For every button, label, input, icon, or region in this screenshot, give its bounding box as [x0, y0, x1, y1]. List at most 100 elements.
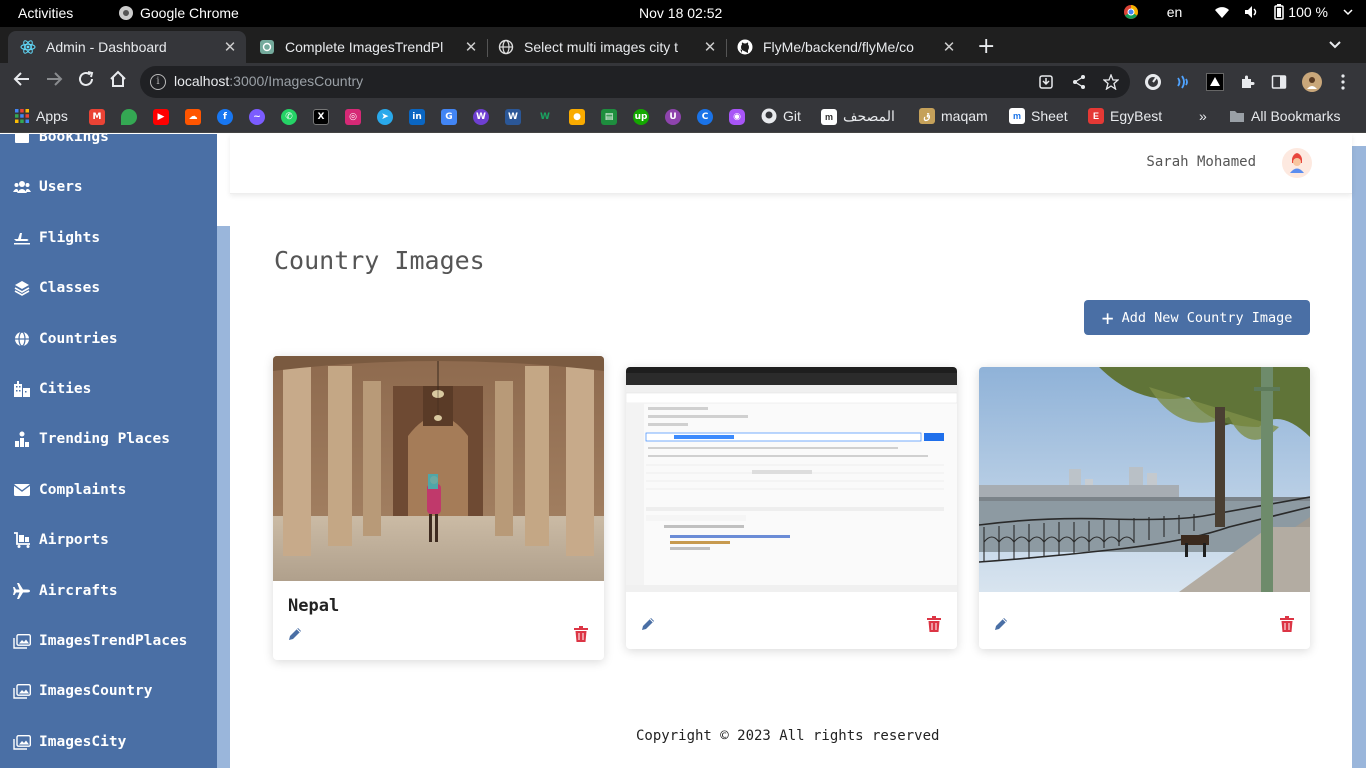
close-tab-icon[interactable]: ✕ — [700, 38, 720, 56]
upwork-icon[interactable]: up — [633, 109, 649, 125]
forward-button[interactable] — [42, 70, 66, 94]
site-info-icon[interactable]: i — [150, 74, 166, 90]
bookmark-star-icon[interactable] — [1102, 73, 1120, 94]
back-button[interactable] — [10, 70, 34, 94]
maps-icon[interactable] — [121, 109, 137, 125]
extension-wave-icon[interactable] — [1174, 73, 1192, 91]
word-icon[interactable]: W — [505, 109, 521, 125]
folder-icon — [1230, 111, 1244, 122]
extension-bookmark-icon[interactable]: U — [665, 109, 681, 125]
extension-speedometer-icon[interactable] — [1144, 73, 1162, 91]
sidebar-item-images-country[interactable]: ImagesCountry — [13, 683, 153, 699]
close-tab-icon[interactable]: ✕ — [939, 38, 959, 56]
chrome-menu-icon[interactable] — [1334, 73, 1352, 91]
tab-chatgpt[interactable]: Complete ImagesTrendPl ✕ — [247, 31, 487, 63]
url-text[interactable]: localhost:3000/ImagesCountry — [174, 73, 363, 89]
add-country-image-button[interactable]: + Add New Country Image — [1084, 300, 1310, 335]
pencil-icon — [995, 618, 1007, 630]
bookmark-git[interactable]: Git — [761, 108, 801, 124]
sidebar-item-airports[interactable]: Airports — [13, 532, 109, 548]
close-tab-icon[interactable]: ✕ — [461, 38, 481, 56]
language-indicator[interactable]: en — [1167, 4, 1183, 20]
reload-button[interactable] — [74, 70, 98, 94]
sidebar-item-label: Countries — [39, 331, 118, 347]
bookmark-egybest[interactable]: E EgyBest — [1088, 108, 1162, 124]
wattpad-icon[interactable]: W — [537, 109, 553, 125]
extensions-puzzle-icon[interactable] — [1238, 73, 1256, 91]
sidebar-item-cities[interactable]: Cities — [13, 381, 91, 397]
install-app-icon[interactable] — [1038, 74, 1054, 94]
linkedin-icon[interactable]: in — [409, 109, 425, 125]
bookmark-label: Sheet — [1031, 108, 1068, 124]
game-icon[interactable]: ◉ — [729, 109, 745, 125]
extension-vercel-icon[interactable] — [1206, 73, 1224, 91]
delete-button[interactable] — [574, 626, 590, 644]
tab-select-multi-images[interactable]: Select multi images city t ✕ — [486, 31, 726, 63]
footer-copyright: Copyright © 2023 All rights reserved — [636, 728, 940, 744]
tab-search-button[interactable] — [1328, 37, 1342, 56]
wuzzuf-icon[interactable]: W — [473, 109, 489, 125]
sidebar-item-countries[interactable]: Countries — [13, 331, 118, 347]
postman-screenshot — [626, 367, 957, 592]
activities-button[interactable]: Activities — [18, 5, 73, 21]
tab-admin-dashboard[interactable]: Admin - Dashboard ✕ — [8, 31, 246, 63]
sidebar-item-classes[interactable]: Classes — [13, 280, 100, 296]
side-panel-icon[interactable] — [1270, 73, 1288, 91]
trending-icon — [13, 431, 31, 447]
page-scrollbar[interactable] — [1352, 146, 1366, 768]
edit-button[interactable] — [640, 616, 658, 634]
facebook-icon[interactable]: f — [217, 109, 233, 125]
soundcloud-icon[interactable]: ☁ — [185, 109, 201, 125]
share-icon[interactable] — [1071, 74, 1087, 94]
edit-button[interactable] — [287, 626, 305, 644]
new-tab-button[interactable]: + — [977, 36, 995, 58]
sidebar-item-users[interactable]: Users — [13, 179, 83, 195]
close-tab-icon[interactable]: ✕ — [220, 38, 240, 56]
bookmark-label: maqam — [941, 108, 988, 124]
bookmark-label: المصحف — [843, 108, 895, 124]
sidebar-item-images-city[interactable]: ImagesCity — [13, 734, 126, 750]
bookmarks-overflow-button[interactable]: » — [1199, 108, 1207, 124]
google-translate-icon[interactable]: G — [441, 109, 457, 125]
edit-button[interactable] — [993, 616, 1011, 634]
keep-icon[interactable]: ● — [569, 109, 585, 125]
sidebar-item-label: ImagesTrendPlaces — [39, 633, 188, 649]
sheets-app-icon[interactable]: ▤ — [601, 109, 617, 125]
messenger-icon[interactable]: ~ — [249, 109, 265, 125]
add-button-label: Add New Country Image — [1121, 309, 1293, 326]
clock[interactable]: Nov 18 02:52 — [639, 5, 722, 21]
sidebar-item-flights[interactable]: Flights — [13, 230, 100, 246]
gmail-icon[interactable]: M — [89, 109, 105, 125]
bookmark-sheet[interactable]: m Sheet — [1009, 108, 1068, 124]
bookmark-mushaf[interactable]: m المصحف — [821, 108, 895, 125]
home-button[interactable] — [106, 70, 130, 94]
bookmark-maqam[interactable]: ق maqam — [919, 108, 988, 124]
city-icon — [13, 381, 31, 397]
youtube-icon[interactable]: ▶ — [153, 109, 169, 125]
telegram-icon[interactable]: ➤ — [377, 109, 393, 125]
address-bar[interactable]: i localhost:3000/ImagesCountry — [140, 66, 1130, 98]
delete-button[interactable] — [927, 616, 943, 634]
profile-avatar[interactable] — [1302, 72, 1322, 92]
delete-button[interactable] — [1280, 616, 1296, 634]
sidebar-item-aircrafts[interactable]: Aircrafts — [13, 583, 118, 599]
whatsapp-icon[interactable]: ✆ — [281, 109, 297, 125]
globe-favicon-icon — [498, 39, 514, 55]
canva-icon[interactable]: C — [697, 109, 713, 125]
sidebar-item-complaints[interactable]: Complaints — [13, 482, 126, 498]
sidebar-item-trending-places[interactable]: Trending Places — [13, 431, 170, 447]
nile-corniche-photo — [979, 367, 1310, 592]
bookmark-all-bookmarks[interactable]: All Bookmarks — [1229, 108, 1340, 124]
sidebar-item-images-trend-places[interactable]: ImagesTrendPlaces — [13, 633, 187, 649]
user-name[interactable]: Sarah Mohamed — [1146, 154, 1256, 170]
instagram-icon[interactable]: ◎ — [345, 109, 361, 125]
bookmark-apps[interactable]: Apps — [14, 108, 68, 124]
bookmark-label: All Bookmarks — [1251, 108, 1341, 124]
page-viewport: Bookings Users Flights Classes Countries… — [0, 134, 1366, 768]
system-tray[interactable]: en 100 % — [1123, 4, 1354, 20]
sidebar-item-bookings[interactable]: Bookings — [13, 134, 109, 145]
avatar[interactable] — [1282, 148, 1312, 178]
app-menu[interactable]: Google Chrome — [118, 5, 239, 21]
x-twitter-icon[interactable]: X — [313, 109, 329, 125]
tab-github[interactable]: FlyMe/backend/flyMe/co ✕ — [725, 31, 965, 63]
